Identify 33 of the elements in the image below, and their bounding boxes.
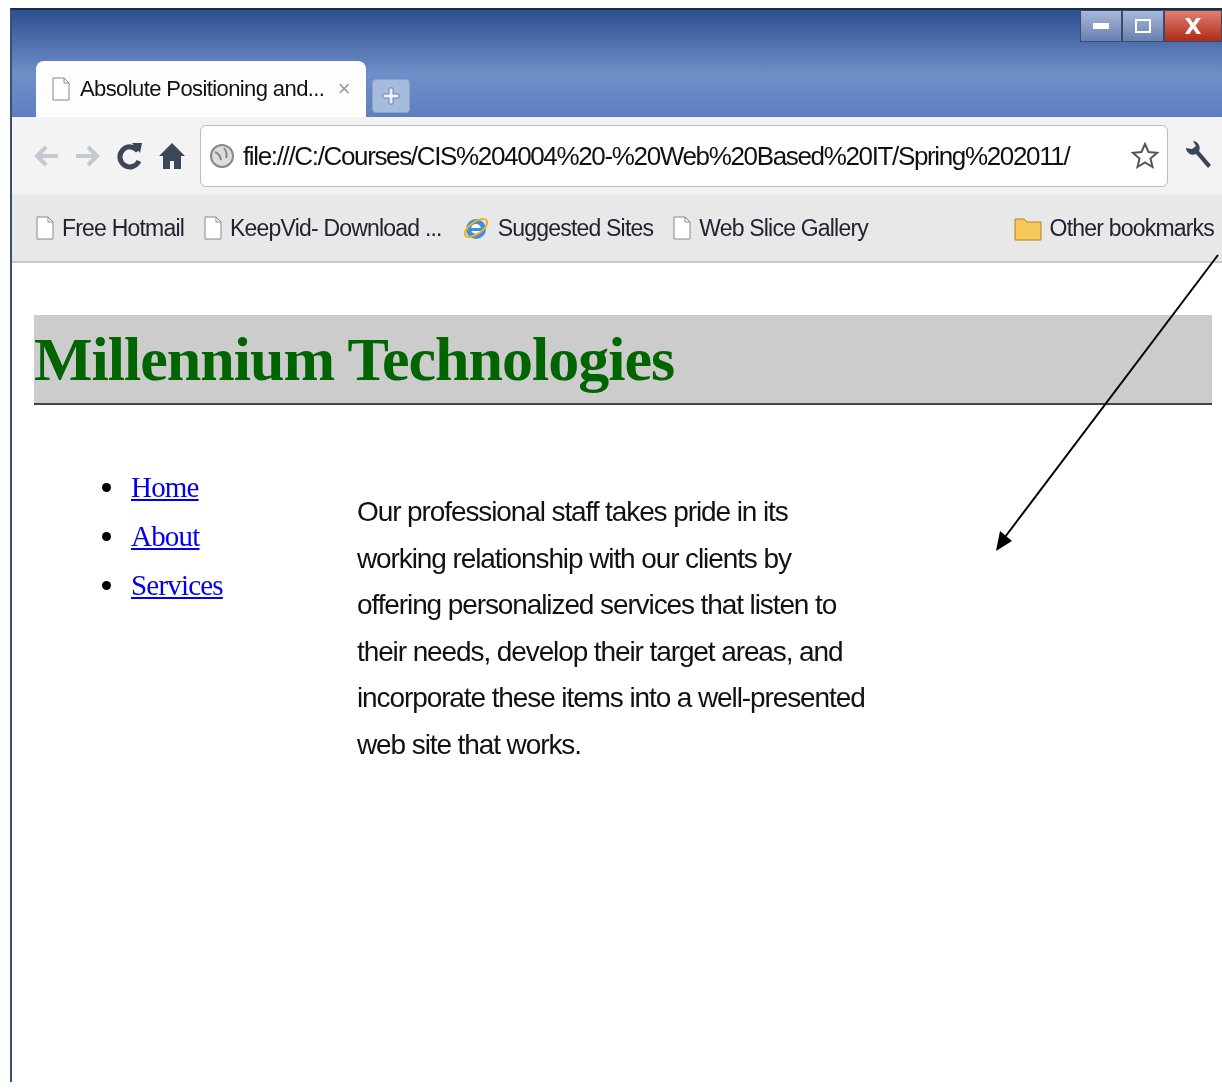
address-url: file:///C:/Courses/CIS%204004%20-%20Web%20Based%20IT/Spring%202011/ [243,140,1070,172]
maximize-icon [1135,19,1151,33]
page-icon [673,216,692,240]
bookmark-label: Free Hotmail [62,214,185,242]
browser-tab[interactable]: Absolute Positioning and... × [36,61,366,117]
minimize-button[interactable] [1080,10,1122,42]
maximize-button[interactable] [1122,10,1164,42]
bullet-icon [102,532,111,541]
globe-icon [209,143,235,169]
star-icon[interactable] [1131,142,1159,170]
nav-link[interactable]: Services [131,569,223,602]
page-icon [52,77,70,101]
bookmark-label: Other bookmarks [1049,214,1214,242]
close-button[interactable]: X [1164,10,1222,42]
home-icon[interactable] [158,141,186,171]
nav-link[interactable]: Home [131,471,199,504]
page-icon [204,216,223,240]
bullet-icon [102,483,111,492]
plus-icon [382,87,400,105]
bookmark-label: Suggested Sites [497,214,654,242]
address-bar[interactable]: file:///C:/Courses/CIS%204004%20-%20Web%20Based%20IT/Spring%202011/ [200,125,1168,187]
minimize-icon [1093,23,1109,29]
page-icon [36,216,54,240]
page-heading: Millennium Technologies [34,315,1212,405]
bookmark-item[interactable]: Suggested Sites [461,214,654,242]
other-bookmarks[interactable]: Other bookmarks [1013,214,1214,242]
nav-link[interactable]: About [131,520,200,553]
reload-icon[interactable] [116,141,144,171]
bookmark-item[interactable]: Free Hotmail [36,214,185,242]
tab-title: Absolute Positioning and... [80,76,325,102]
folder-icon [1013,215,1042,241]
bullet-icon [102,581,111,590]
body-paragraph: Our professional staff takes pride in its working relationship with our clients by offering personalized services that listen to their needs, develop their target areas, and incorporate these items into a well-presented web site that works. [357,495,866,762]
